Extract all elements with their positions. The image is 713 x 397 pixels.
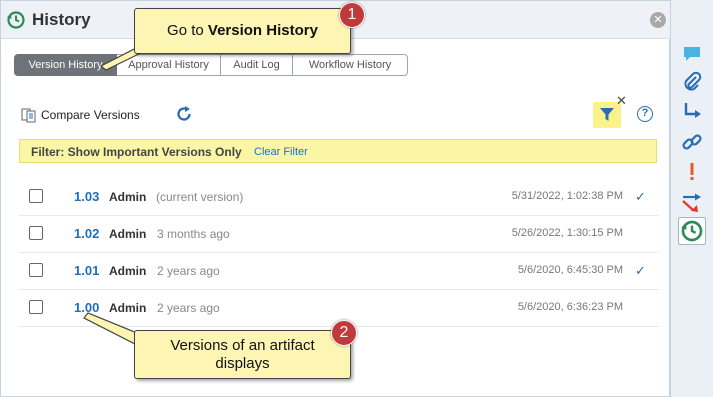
version-date: 5/6/2020, 6:36:23 PM (517, 301, 623, 313)
history-tabs: Version History Approval History Audit L… (14, 54, 408, 76)
compare-versions-button[interactable]: Compare Versions (21, 106, 140, 124)
refresh-icon[interactable] (175, 105, 193, 123)
link-icon[interactable] (680, 130, 704, 154)
callout-go-to-version-history: Go to Version History (134, 8, 351, 54)
tab-approval-history[interactable]: Approval History (117, 54, 221, 76)
version-row[interactable]: 1.02 Admin 3 months ago 5/26/2022, 1:30:… (19, 216, 659, 253)
version-date: 5/6/2020, 6:45:30 PM (517, 264, 623, 276)
version-number[interactable]: 1.01 (74, 263, 99, 278)
filter-icon (600, 108, 614, 121)
row-checkbox[interactable] (29, 226, 43, 240)
version-number[interactable]: 1.02 (74, 226, 99, 241)
right-sidebar (670, 0, 713, 397)
callout-1-badge: 1 (339, 2, 365, 28)
version-note: 2 years ago (157, 301, 220, 315)
history-icon (681, 220, 703, 242)
version-user: Admin (109, 301, 147, 315)
row-checkbox[interactable] (29, 189, 43, 203)
version-note: (current version) (156, 190, 244, 204)
help-icon[interactable]: ? (637, 106, 653, 122)
history-tab-active[interactable] (678, 217, 706, 245)
relationship-icon[interactable] (680, 100, 704, 124)
filter-label: Filter: Show Important Versions Only (31, 145, 242, 159)
version-note: 2 years ago (157, 264, 220, 278)
tab-workflow-history[interactable]: Workflow History (293, 54, 408, 76)
clear-filter-link[interactable]: Clear Filter (254, 146, 308, 158)
important-check-icon: ✓ (635, 189, 646, 204)
close-icon[interactable]: ✕ (650, 12, 666, 28)
version-user: Admin (109, 264, 147, 278)
version-number[interactable]: 1.00 (74, 300, 99, 315)
remove-filter-icon[interactable]: ✕ (616, 93, 627, 109)
tab-version-history[interactable]: Version History (14, 54, 117, 76)
version-note: 3 months ago (157, 227, 230, 241)
compare-versions-label: Compare Versions (41, 108, 140, 122)
callout-1-bold: Version History (207, 22, 318, 39)
version-date: 5/31/2022, 1:02:38 PM (511, 190, 623, 202)
row-checkbox[interactable] (29, 263, 43, 277)
tab-audit-log[interactable]: Audit Log (221, 54, 293, 76)
row-checkbox[interactable] (29, 300, 43, 314)
version-user: Admin (109, 190, 147, 204)
flag-icon[interactable] (680, 160, 704, 184)
version-row[interactable]: 1.01 Admin 2 years ago 5/6/2020, 6:45:30… (19, 253, 659, 290)
compare-document-icon (21, 108, 36, 123)
callout-versions-display: Versions of an artifact displays (134, 330, 351, 379)
discussion-icon[interactable] (680, 42, 704, 66)
version-user: Admin (109, 227, 147, 241)
panel-title: History (32, 10, 91, 29)
version-date: 5/26/2022, 1:30:15 PM (511, 227, 623, 239)
callout-1-text: Go to (167, 22, 208, 39)
version-row[interactable]: 1.03 Admin (current version) 5/31/2022, … (19, 179, 659, 216)
filter-bar: Filter: Show Important Versions Only Cle… (19, 139, 657, 163)
attachment-icon[interactable] (680, 70, 704, 94)
callout-2-text: Versions of an artifact displays (170, 337, 315, 372)
important-check-icon: ✓ (635, 263, 646, 278)
version-number[interactable]: 1.03 (74, 189, 99, 204)
callout-2-badge: 2 (331, 320, 357, 346)
review-icon[interactable] (680, 190, 704, 214)
history-icon (7, 11, 25, 29)
